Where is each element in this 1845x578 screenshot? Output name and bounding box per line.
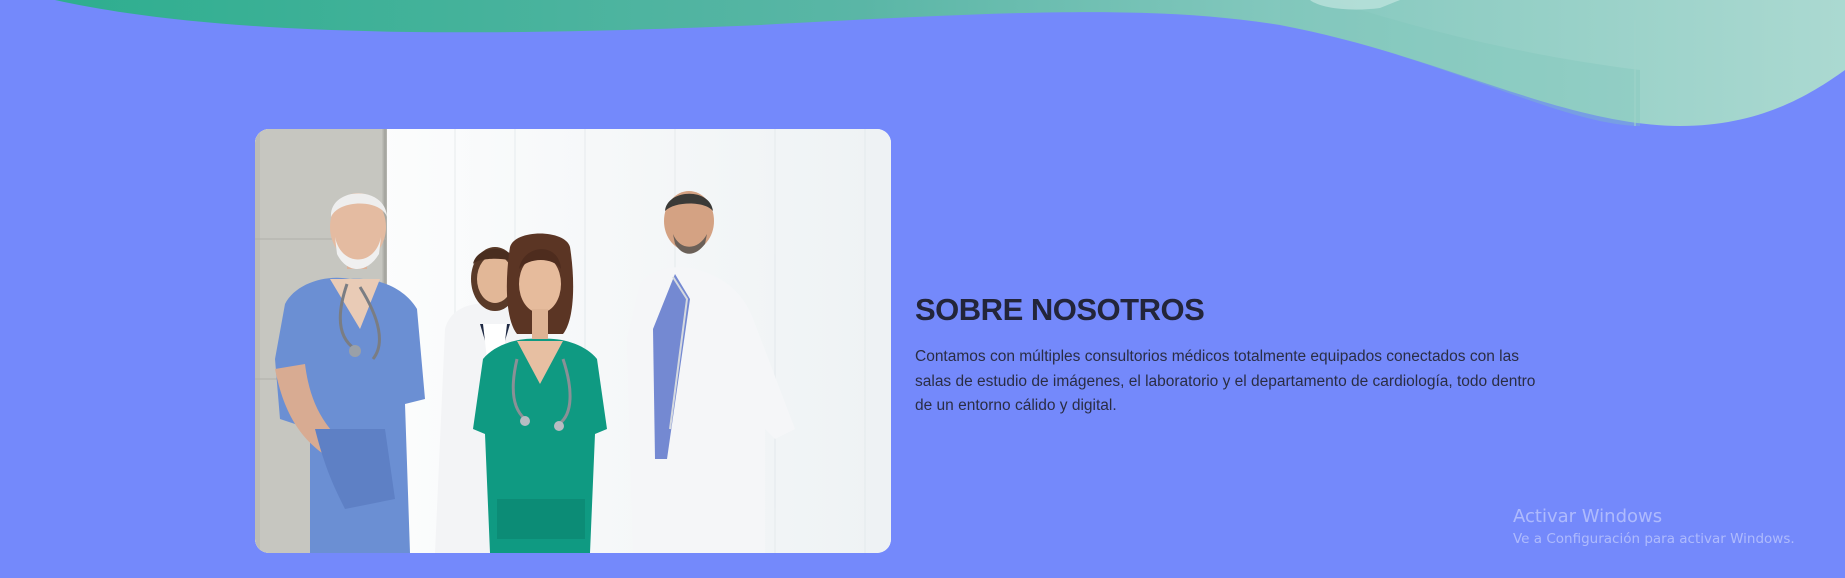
about-description: Contamos con múltiples consultorios médi… xyxy=(915,348,1536,414)
about-title: SOBRE NOSOTROS xyxy=(915,292,1205,327)
watermark-subtitle: Ve a Configuración para activar Windows. xyxy=(1513,531,1795,547)
watermark-title: Activar Windows xyxy=(1513,506,1663,527)
about-section: SOBRE NOSOTROS Contamos con múltiples co… xyxy=(915,292,1555,419)
windows-activation-watermark: Activar Windows Ve a Configuración para … xyxy=(1513,506,1795,547)
team-photo xyxy=(255,129,891,553)
top-wave-banner xyxy=(55,0,1845,126)
